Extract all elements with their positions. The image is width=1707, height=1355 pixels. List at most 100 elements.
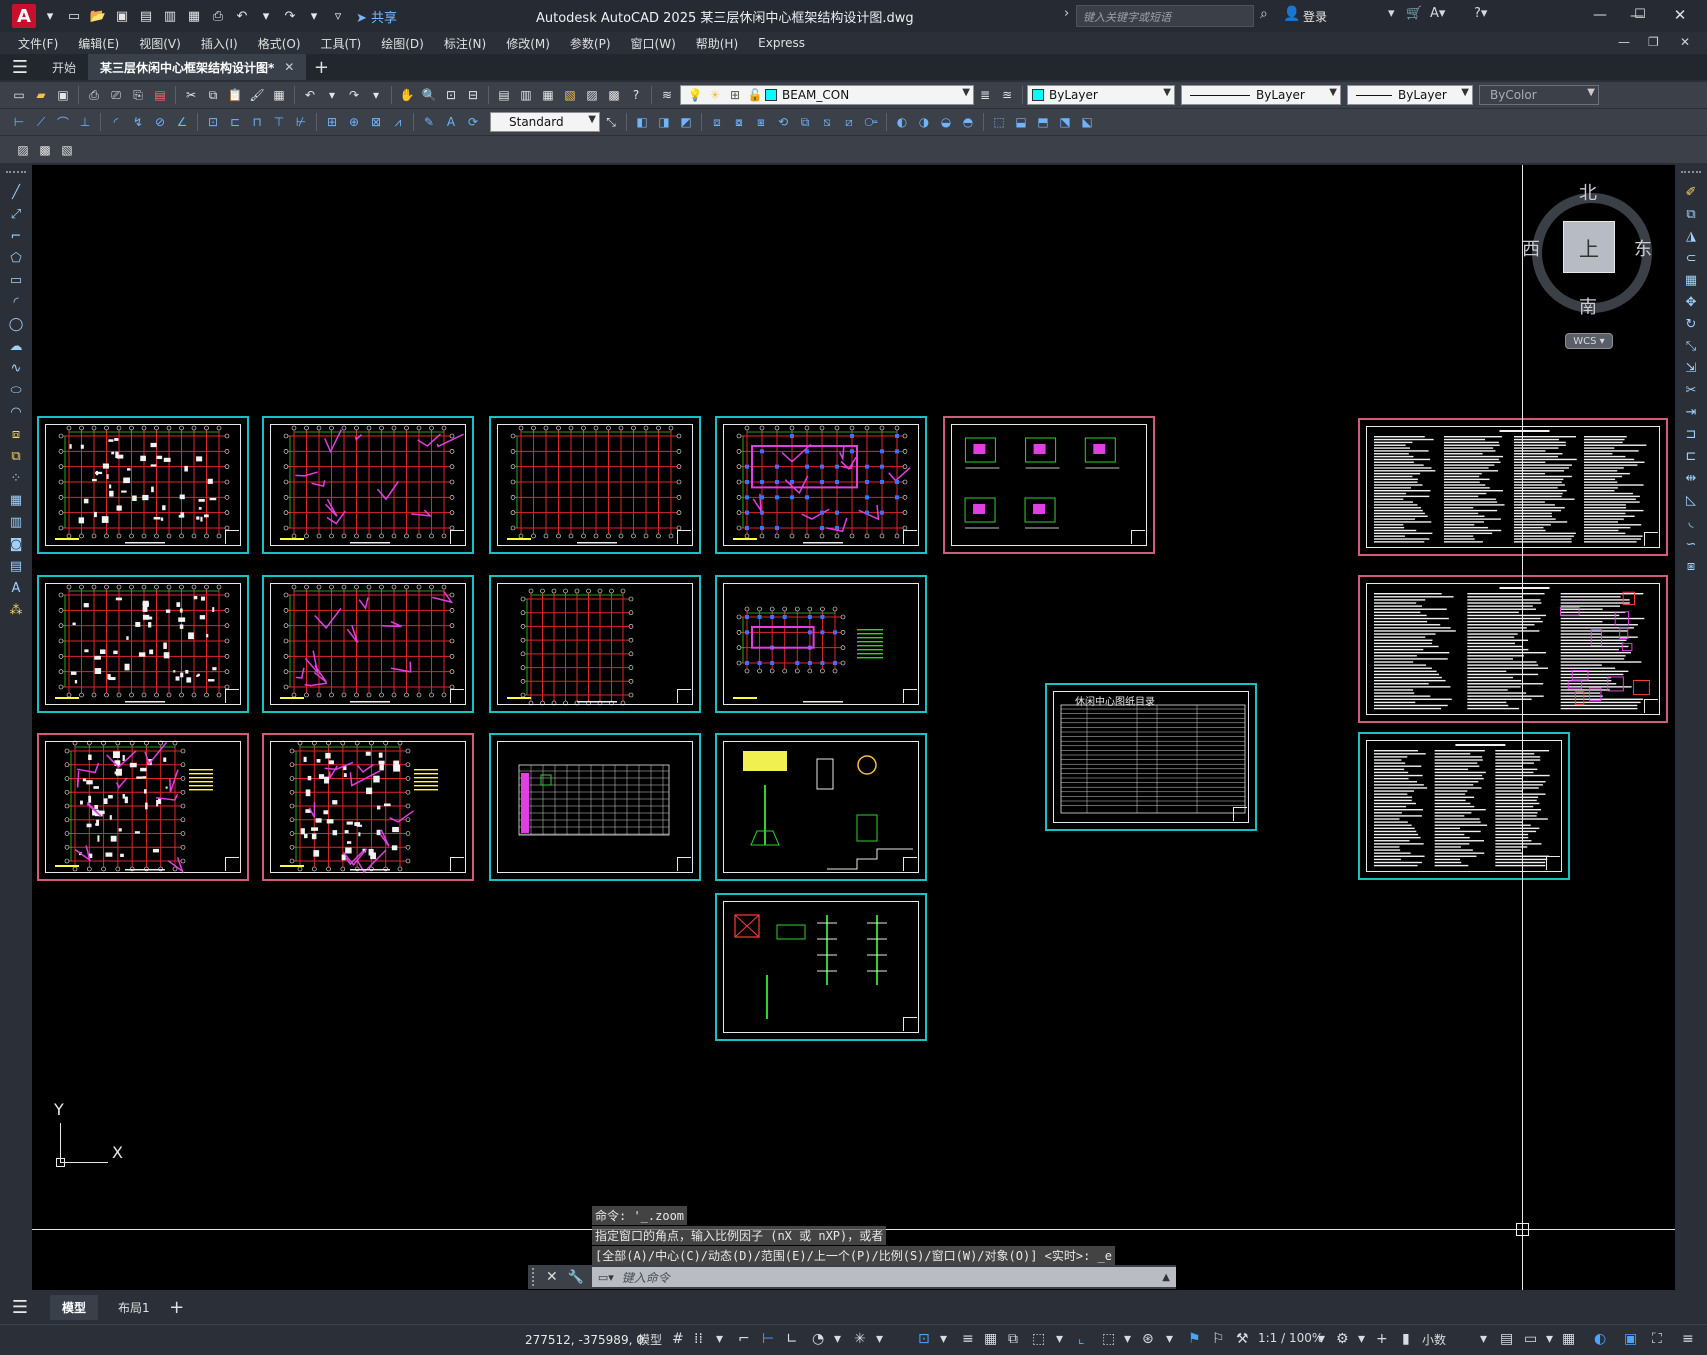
polyline-icon[interactable]: ⌐ xyxy=(0,225,32,247)
command-input[interactable]: ▭▾ 键入命令 ▲ xyxy=(591,1267,1176,1287)
hardware-acceleration-icon[interactable]: ◐ xyxy=(1594,1331,1606,1347)
redo-toolbar-icon[interactable]: ↷ xyxy=(344,85,364,105)
model-space-canvas[interactable]: 休闲中心图纸目录 上 北 南 东 西 WCS ▾ Y X xyxy=(32,165,1675,1290)
dim-continue-icon[interactable]: ⊓ xyxy=(247,112,267,132)
autodesk-a360-icon[interactable]: A▾ xyxy=(1430,6,1445,21)
sheet-general-notes[interactable] xyxy=(1358,732,1570,880)
chevron-down-icon[interactable]: ▼ xyxy=(962,87,970,98)
annotation-visibility-icon[interactable]: ⚑ xyxy=(1188,1331,1201,1347)
dim-ordinate-icon[interactable]: ⊥ xyxy=(75,112,95,132)
rectangle-icon[interactable]: ▭ xyxy=(0,269,32,291)
erase-icon[interactable]: ✐ xyxy=(1675,181,1707,203)
tool-palettes-icon[interactable]: ▦ xyxy=(538,85,558,105)
tab-active-drawing[interactable]: 某三层休闲中心框架结构设计图* ✕ xyxy=(88,54,307,80)
line-icon[interactable]: ╱ xyxy=(0,181,32,203)
customize-qat-icon[interactable]: ▿ xyxy=(328,6,348,26)
3d-mirror-icon[interactable]: ⬔ xyxy=(1055,112,1075,132)
selection-filter-dropdown-icon[interactable]: ▾ xyxy=(1124,1331,1131,1347)
infer-constraints-icon[interactable]: ⌐ xyxy=(738,1331,750,1347)
menu-tools[interactable]: 工具(T) xyxy=(311,35,372,52)
chevron-down-icon[interactable]: ▼ xyxy=(1329,87,1337,98)
revolve-icon[interactable]: ⟲ xyxy=(773,112,793,132)
blend-curves-icon[interactable]: ∽ xyxy=(1675,533,1707,555)
pan-icon[interactable]: ✋ xyxy=(397,85,417,105)
3d-osnap-dropdown-icon[interactable]: ▾ xyxy=(1056,1331,1063,1347)
scale-dropdown-icon[interactable]: ▾ xyxy=(1318,1331,1325,1347)
customize-status-icon[interactable]: ≡ xyxy=(1682,1331,1694,1347)
move-icon[interactable]: ✥ xyxy=(1675,291,1707,313)
hamburger-menu-icon[interactable]: ☰ xyxy=(0,54,40,80)
sheet-roof-beams[interactable] xyxy=(715,416,927,554)
annotation-scale-icon[interactable]: ⚒ xyxy=(1236,1331,1249,1347)
match-properties-icon[interactable]: 🖌 xyxy=(247,85,267,105)
plot-preview-icon[interactable]: ⎚ xyxy=(106,85,126,105)
layer-lock-icon[interactable]: 🔓 xyxy=(745,85,765,105)
add-layout-icon[interactable]: + xyxy=(162,1294,192,1320)
tab-start[interactable]: 开始 xyxy=(40,54,88,80)
save-icon[interactable]: ▣ xyxy=(112,6,132,26)
wcs-menu-button[interactable]: WCS ▾ xyxy=(1565,333,1613,349)
units-dropdown-icon[interactable]: ▾ xyxy=(1480,1331,1487,1347)
arc-icon[interactable]: ◜ xyxy=(0,291,32,313)
dim-edit-icon[interactable]: ✎ xyxy=(419,112,439,132)
redo-list-icon[interactable]: ▾ xyxy=(366,85,386,105)
plot-icon[interactable]: ⎙ xyxy=(208,6,228,26)
zoom-window-icon[interactable]: ⊡ xyxy=(441,85,461,105)
insert-image-icon[interactable]: ▨ xyxy=(13,140,33,160)
offset-icon[interactable]: ⊂ xyxy=(1675,247,1707,269)
layer-on-icon[interactable]: 💡 xyxy=(685,85,705,105)
share-button[interactable]: ➤ 共享 xyxy=(356,7,397,26)
cart-icon[interactable]: 🛒 xyxy=(1406,6,1422,21)
mirror-icon[interactable]: ◮ xyxy=(1675,225,1707,247)
shell-icon[interactable]: ◑ xyxy=(914,112,934,132)
separate-icon[interactable]: ◒ xyxy=(936,112,956,132)
layer-vp-icon[interactable]: ⊞ xyxy=(725,85,745,105)
layout-menu-icon[interactable]: ☰ xyxy=(0,1292,40,1322)
sheet-design-notes-2[interactable] xyxy=(1358,575,1668,723)
help-toolbar-icon[interactable]: ? xyxy=(626,85,646,105)
xref-icon[interactable]: ▧ xyxy=(57,140,77,160)
3d-osnap-icon[interactable]: ⬚ xyxy=(1032,1331,1045,1347)
array-icon[interactable]: ▦ xyxy=(1675,269,1707,291)
sheet-foundation-details[interactable] xyxy=(715,733,927,881)
quick-properties-icon[interactable]: ▤ xyxy=(1500,1331,1513,1347)
rotate-icon[interactable]: ↻ xyxy=(1675,313,1707,335)
dim-aligned-icon[interactable]: ⟋ xyxy=(31,112,51,132)
doc-close-icon[interactable]: ✕ xyxy=(1680,35,1690,49)
menu-parametric[interactable]: 参数(P) xyxy=(560,35,621,52)
sheet-floor2-grid[interactable] xyxy=(489,416,701,554)
circle-icon[interactable]: ◯ xyxy=(0,313,32,335)
snap-dropdown-icon[interactable]: ▾ xyxy=(716,1331,723,1347)
dim-break-icon[interactable]: ⊬ xyxy=(291,112,311,132)
plotstyle-dropdown[interactable]: ByColor ▼ xyxy=(1479,85,1599,105)
dim-linear-icon[interactable]: ⊢ xyxy=(9,112,29,132)
explode-icon[interactable]: ⧆ xyxy=(1675,555,1707,577)
3d-array-icon[interactable]: ⬕ xyxy=(1077,112,1097,132)
open-icon[interactable]: ▰ xyxy=(31,85,51,105)
union-icon[interactable]: ◨ xyxy=(654,112,674,132)
workspace-dropdown-icon[interactable]: ▾ xyxy=(1358,1331,1365,1347)
sweep-icon[interactable]: ⧆ xyxy=(751,112,771,132)
loft-icon[interactable]: ⧉ xyxy=(795,112,815,132)
dim-jogged-icon[interactable]: ↯ xyxy=(128,112,148,132)
tab-model[interactable]: 模型 xyxy=(50,1294,99,1320)
dim-style-icon[interactable]: ⤡ xyxy=(601,112,621,132)
point-icon[interactable]: ⁘ xyxy=(0,467,32,489)
3d-print-icon[interactable]: ▤ xyxy=(150,85,170,105)
subtract-icon[interactable]: ◩ xyxy=(676,112,696,132)
open-web-icon[interactable]: ▥ xyxy=(160,6,180,26)
ellipse-arc-icon[interactable]: ◠ xyxy=(0,401,32,423)
tab-layout1[interactable]: 布局1 xyxy=(106,1295,162,1320)
quick-dim-icon[interactable]: ⊡ xyxy=(203,112,223,132)
sheet-floor2-beams[interactable] xyxy=(262,575,474,713)
cursor-coordinates[interactable]: 277512, -375989, 0 xyxy=(525,1333,644,1347)
open-file-icon[interactable]: 📂 xyxy=(88,6,108,26)
undo-list-icon[interactable]: ▾ xyxy=(322,85,342,105)
gradient-icon[interactable]: ▥ xyxy=(0,511,32,533)
menu-window[interactable]: 窗口(W) xyxy=(621,35,686,52)
fillet-icon[interactable]: ◟ xyxy=(1675,511,1707,533)
doc-restore-icon[interactable]: ❐ xyxy=(1648,35,1659,49)
app-logo-icon[interactable]: A xyxy=(12,4,36,28)
chamfer-icon[interactable]: ◺ xyxy=(1675,489,1707,511)
menu-view[interactable]: 视图(V) xyxy=(129,35,191,52)
